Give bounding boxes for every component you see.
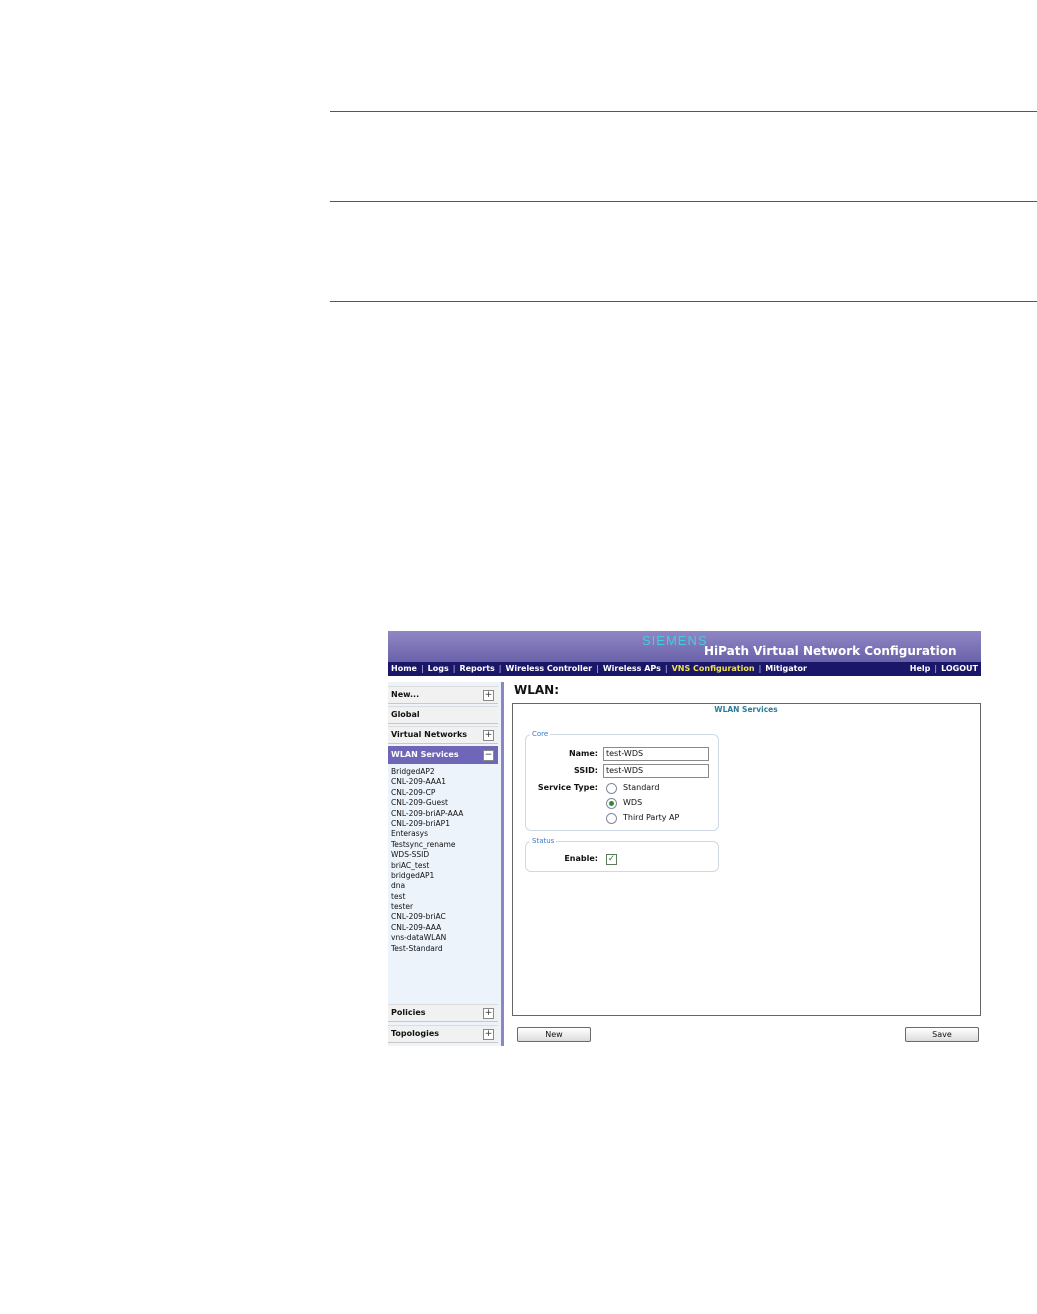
enable-checkbox[interactable]: ✓ bbox=[606, 854, 617, 865]
sidebar-service-item[interactable]: CNL-209-AAA1 bbox=[391, 777, 496, 787]
core-group: Core Name: test-WDS SSID: test-WDS Servi… bbox=[525, 730, 719, 831]
sidebar-service-item[interactable]: BridgedAP2 bbox=[391, 767, 496, 777]
banner: SIEMENS HiPath Virtual Network Configura… bbox=[388, 631, 981, 662]
sidebar-service-item[interactable]: test bbox=[391, 892, 496, 902]
status-legend: Status bbox=[532, 837, 555, 845]
nav-separator: | bbox=[596, 664, 599, 673]
nav-reports[interactable]: Reports bbox=[459, 664, 494, 673]
sidebar-wlan-services[interactable]: WLAN Services − bbox=[388, 746, 498, 764]
radio-wds[interactable] bbox=[606, 798, 617, 809]
sidebar-new-label: New... bbox=[391, 690, 420, 699]
nav-separator: | bbox=[758, 664, 762, 673]
sidebar-service-item[interactable]: CNL-209-Guest bbox=[391, 798, 496, 808]
name-field[interactable]: test-WDS bbox=[603, 747, 709, 761]
expand-icon[interactable]: + bbox=[483, 1029, 494, 1040]
expand-icon[interactable]: + bbox=[483, 1008, 494, 1019]
nav-wireless-controller[interactable]: Wireless Controller bbox=[506, 664, 593, 673]
radio-third-party-ap-label: Third Party AP bbox=[623, 813, 680, 822]
sidebar-service-item[interactable]: dna bbox=[391, 881, 496, 891]
wlan-service-list: BridgedAP2 CNL-209-AAA1 CNL-209-CP CNL-209-… bbox=[391, 767, 496, 954]
brand-logo: SIEMENS bbox=[642, 633, 708, 648]
sidebar-topologies-label: Topologies bbox=[391, 1029, 440, 1038]
sidebar-virtual-networks-label: Virtual Networks bbox=[391, 730, 468, 739]
ssid-field[interactable]: test-WDS bbox=[603, 764, 709, 778]
tab-wlan-services[interactable]: WLAN Services bbox=[513, 704, 979, 716]
sidebar-service-item[interactable]: tester bbox=[391, 902, 496, 912]
radio-standard-label: Standard bbox=[623, 783, 660, 792]
sidebar-service-item[interactable]: CNL-209-CP bbox=[391, 788, 496, 798]
save-button[interactable]: Save bbox=[905, 1027, 979, 1042]
bottom-rule bbox=[330, 301, 1037, 302]
sidebar: New... + Global Virtual Networks + WLAN … bbox=[388, 682, 504, 1046]
sidebar-service-item[interactable]: bridgedAP1 bbox=[391, 871, 496, 881]
sidebar-service-item[interactable]: WDS-SSID bbox=[391, 850, 496, 860]
page-title: WLAN: bbox=[514, 683, 560, 697]
radio-third-party-ap[interactable] bbox=[606, 813, 617, 824]
name-label: Name: bbox=[568, 749, 598, 758]
status-group: Status Enable: ✓ bbox=[525, 837, 719, 872]
expand-icon[interactable]: + bbox=[483, 730, 494, 741]
expand-icon[interactable]: + bbox=[483, 690, 494, 701]
new-button[interactable]: New bbox=[517, 1027, 591, 1042]
nav-separator: | bbox=[452, 664, 456, 673]
enable-label: Enable: bbox=[564, 854, 598, 863]
collapse-icon[interactable]: − bbox=[483, 750, 494, 761]
nav-left: Home | Logs | Reports | Wireless Controller | Wi… bbox=[391, 662, 807, 676]
top-rule bbox=[330, 111, 1037, 112]
nav-separator: | bbox=[934, 664, 938, 673]
sidebar-global[interactable]: Global bbox=[388, 706, 498, 724]
nav-logs[interactable]: Logs bbox=[428, 664, 449, 673]
sidebar-service-item[interactable]: CNL-209-briAC bbox=[391, 912, 496, 922]
sidebar-wlan-services-label: WLAN Services bbox=[391, 750, 459, 759]
app-title: HiPath Virtual Network Configuration bbox=[704, 644, 957, 658]
ssid-label: SSID: bbox=[574, 766, 598, 775]
sidebar-service-item[interactable]: vns-dataWLAN bbox=[391, 933, 496, 943]
sidebar-service-item[interactable]: CNL-209-briAP-AAA bbox=[391, 809, 496, 819]
sidebar-service-item[interactable]: briAC_test bbox=[391, 861, 496, 871]
app-window: SIEMENS HiPath Virtual Network Configura… bbox=[388, 631, 981, 1046]
sidebar-service-item[interactable]: Test-Standard bbox=[391, 944, 496, 954]
sidebar-policies-label: Policies bbox=[391, 1008, 426, 1017]
nav-separator: | bbox=[498, 664, 502, 673]
service-type-label: Service Type: bbox=[537, 783, 598, 792]
radio-standard[interactable] bbox=[606, 783, 617, 794]
nav-home[interactable]: Home bbox=[391, 664, 417, 673]
sidebar-new[interactable]: New... + bbox=[388, 686, 498, 704]
nav-separator: | bbox=[420, 664, 424, 673]
nav-mitigator[interactable]: Mitigator bbox=[765, 664, 807, 673]
nav-wireless-aps[interactable]: Wireless APs bbox=[603, 664, 661, 673]
nav-right: Help | LOGOUT bbox=[910, 662, 978, 676]
sidebar-service-item[interactable]: CNL-209-AAA bbox=[391, 923, 496, 933]
sidebar-service-item[interactable]: CNL-209-briAP1 bbox=[391, 819, 496, 829]
sidebar-global-label: Global bbox=[391, 710, 420, 719]
nav-logout-link[interactable]: LOGOUT bbox=[941, 664, 978, 673]
sidebar-topologies[interactable]: Topologies + bbox=[388, 1025, 498, 1043]
top-nav: Home | Logs | Reports | Wireless Controller | Wi… bbox=[388, 662, 981, 676]
sidebar-service-item[interactable]: Enterasys bbox=[391, 829, 496, 839]
nav-separator: | bbox=[664, 664, 668, 673]
sidebar-policies[interactable]: Policies + bbox=[388, 1004, 498, 1022]
middle-rule bbox=[330, 201, 1037, 202]
sidebar-service-item[interactable]: Testsync_rename bbox=[391, 840, 496, 850]
sidebar-virtual-networks[interactable]: Virtual Networks + bbox=[388, 726, 498, 744]
wlan-services-panel: WLAN Services Core Name: test-WDS SSID: … bbox=[512, 703, 981, 1016]
core-legend: Core bbox=[532, 730, 549, 738]
nav-vns-configuration[interactable]: VNS Configuration bbox=[672, 664, 755, 673]
radio-wds-label: WDS bbox=[623, 798, 643, 807]
nav-help-link[interactable]: Help bbox=[910, 664, 931, 673]
